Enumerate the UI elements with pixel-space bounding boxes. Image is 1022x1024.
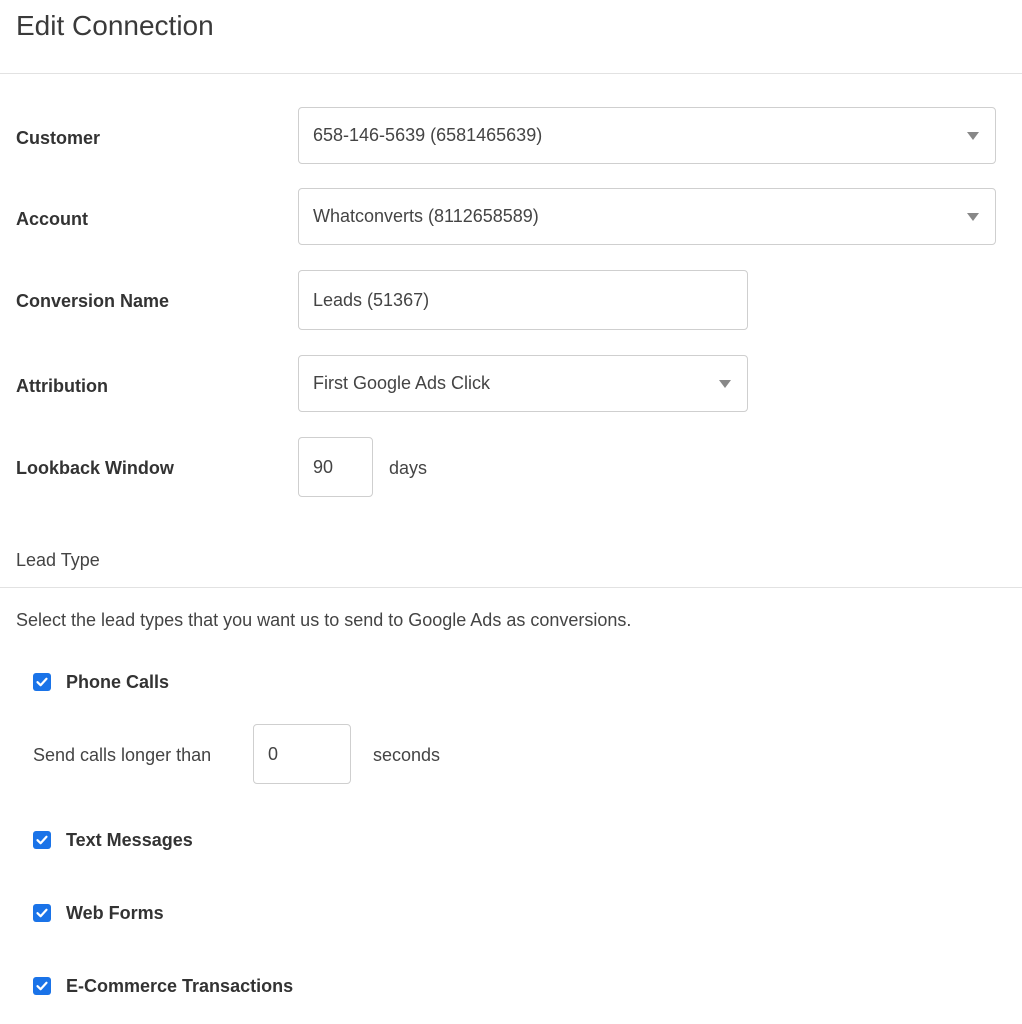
min-call-duration-suffix: seconds xyxy=(373,745,441,765)
account-select-value: Whatconverts (8112658589) xyxy=(313,206,539,226)
phone-calls-label: Phone Calls xyxy=(66,671,170,692)
checkmark-icon xyxy=(36,677,48,687)
account-label: Account xyxy=(16,209,88,229)
ecommerce-checkbox[interactable] xyxy=(33,977,51,995)
lookback-window-input[interactable]: 90 xyxy=(298,437,373,497)
attribution-select-value: First Google Ads Click xyxy=(313,373,491,393)
lookback-window-value: 90 xyxy=(313,456,334,477)
text-messages-checkbox[interactable] xyxy=(33,831,51,849)
header-divider xyxy=(0,73,1022,74)
customer-select-value: 658-146-5639 (6581465639) xyxy=(313,125,543,145)
checkmark-icon xyxy=(36,908,48,918)
chevron-down-icon xyxy=(967,212,979,221)
min-call-duration-label: Send calls longer than xyxy=(33,745,212,765)
conversion-name-input[interactable]: Leads (51367) xyxy=(298,270,748,330)
attribution-select[interactable]: First Google Ads Click xyxy=(298,355,748,412)
web-forms-label: Web Forms xyxy=(66,902,164,923)
conversion-name-value: Leads (51367) xyxy=(313,289,430,310)
customer-label: Customer xyxy=(16,128,101,148)
customer-select[interactable]: 658-146-5639 (6581465639) xyxy=(298,107,996,164)
edit-connection-page: Edit Connection Customer 658-146-5639 (6… xyxy=(0,0,1022,1024)
page-title: Edit Connection xyxy=(16,10,214,41)
checkmark-icon xyxy=(36,835,48,845)
lead-type-description: Select the lead types that you want us t… xyxy=(16,610,632,630)
lead-type-heading: Lead Type xyxy=(16,550,100,570)
web-forms-option[interactable]: Web Forms xyxy=(33,901,164,925)
lookback-window-label: Lookback Window xyxy=(16,458,174,478)
lookback-window-suffix: days xyxy=(389,458,428,478)
min-call-duration-input[interactable]: 0 xyxy=(253,724,351,784)
account-select[interactable]: Whatconverts (8112658589) xyxy=(298,188,996,245)
lead-type-divider xyxy=(0,587,1022,588)
text-messages-option[interactable]: Text Messages xyxy=(33,828,193,852)
phone-calls-option[interactable]: Phone Calls xyxy=(33,670,169,694)
conversion-name-label: Conversion Name xyxy=(16,291,170,311)
text-messages-label: Text Messages xyxy=(66,829,193,850)
chevron-down-icon xyxy=(719,379,731,388)
min-call-duration-value: 0 xyxy=(268,743,279,764)
phone-calls-checkbox[interactable] xyxy=(33,673,51,691)
chevron-down-icon xyxy=(967,131,979,140)
checkmark-icon xyxy=(36,981,48,991)
attribution-label: Attribution xyxy=(16,376,108,396)
web-forms-checkbox[interactable] xyxy=(33,904,51,922)
ecommerce-label: E-Commerce Transactions xyxy=(66,975,294,996)
ecommerce-option[interactable]: E-Commerce Transactions xyxy=(33,974,293,998)
